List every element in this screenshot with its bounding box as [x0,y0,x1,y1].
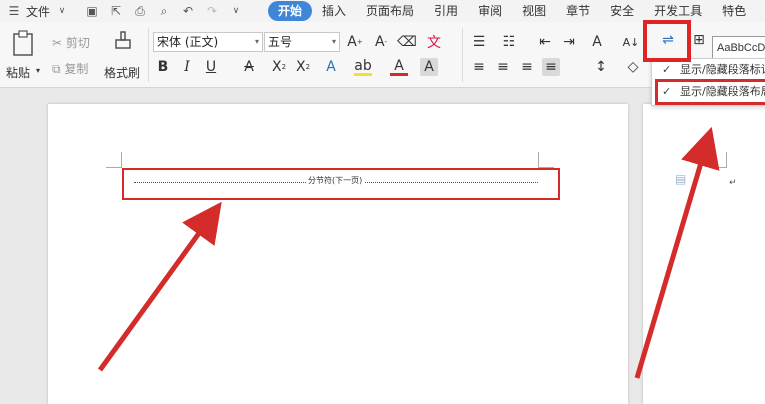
check-icon: ✓ [662,63,672,76]
align-center-icon[interactable]: ≡ [494,58,512,76]
copy-label: 复制 [64,62,89,76]
numbered-list-icon[interactable]: ☷ [500,33,518,51]
tab-review[interactable]: 审阅 [468,1,512,21]
tab-start[interactable]: 开始 [268,1,313,21]
brush-icon [115,31,131,49]
tab-view[interactable]: 视图 [512,1,556,21]
document-page-next[interactable]: ▤ ↵ [643,104,765,404]
chevron-down-icon: ▾ [36,66,41,75]
paragraph-mark-icon: ↵ [729,178,737,188]
align-right-icon[interactable]: ≡ [518,58,536,76]
chevron-down-icon: ▾ [254,37,259,46]
grow-font-icon[interactable]: A + [346,33,364,51]
menu-bar: ☰ 文件 ∨ ▣ ⇱ ⎙ ⌕ ↶ ↷ ∨ 开始 插入 页面布局 引用 审阅 视图… [0,0,765,22]
phonetic-icon[interactable]: 文 [425,33,443,51]
cut-label: 剪切 [65,36,90,50]
tab-page-layout[interactable]: 页面布局 [356,1,424,21]
margin-corner [106,152,122,168]
highlight-box [643,20,691,62]
decrease-indent-icon[interactable]: ⇤ [536,33,554,51]
tab-chapter[interactable]: 章节 [556,1,600,21]
paste-button[interactable]: 粘贴 ▾ [6,30,41,80]
style-preview-text: AaBbCcD [717,42,765,54]
save-icon[interactable]: ▣ [84,3,100,19]
shrink-font-icon[interactable]: A- [372,33,390,51]
underline-icon[interactable]: U [202,58,220,76]
print-icon[interactable]: ⎙ [132,3,148,19]
paste-label: 粘贴 [6,66,31,80]
file-menu[interactable]: ☰ 文件 ∨ [0,3,80,20]
line-spacing-icon[interactable]: ↕ [592,58,610,76]
separator [462,28,463,82]
italic-icon[interactable]: I [178,58,196,76]
chevron-down-icon: ∨ [58,6,66,16]
char-shading-icon[interactable]: A [420,58,438,76]
hamburger-icon: ☰ [8,4,20,18]
separator [148,28,149,82]
highlight-box [122,168,560,200]
copy-button[interactable]: ⧉ 复制 [52,60,88,77]
file-menu-label: 文件 [26,4,51,19]
borders-icon[interactable]: ⊞ [690,31,708,49]
cut-button[interactable]: ✂ 剪切 [52,34,90,51]
font-size-select[interactable]: 五号 ▾ [264,32,340,52]
bullet-list-icon[interactable]: ☰ [470,33,488,51]
sort-icon[interactable]: A↓ [622,33,640,51]
page-icon: ▤ [675,172,687,186]
share-icon[interactable]: ⇱ [108,3,124,19]
align-left-icon[interactable]: ≡ [470,58,488,76]
clear-format-icon[interactable]: ⌫ [397,33,417,51]
text-effect-icon[interactable]: A [322,58,340,76]
redo-icon[interactable]: ↷ [204,3,220,19]
print-preview-icon[interactable]: ⌕ [156,3,172,19]
justify-icon[interactable]: ≡ [542,58,560,76]
quick-access-toolbar: ▣ ⇱ ⎙ ⌕ ↶ ↷ ∨ [84,3,244,19]
font-name-value: 宋体 (正文) [157,35,219,49]
highlight-icon[interactable]: ab [354,58,372,76]
menu-item-label: 显示/隐藏段落标记 [680,63,765,76]
tab-security[interactable]: 安全 [600,1,644,21]
format-painter-label: 格式刷 [104,66,141,80]
shading-icon[interactable]: ◇ [624,58,642,76]
clipboard-icon [13,30,33,56]
tab-special[interactable]: 特色 [712,1,756,21]
font-size-value: 五号 [268,35,293,49]
subscript-icon[interactable]: X2 [294,58,312,76]
tab-developer[interactable]: 开发工具 [644,1,712,21]
margin-corner [538,152,554,168]
font-name-select[interactable]: 宋体 (正文) ▾ [153,32,263,52]
chevron-down-icon: ▾ [331,37,336,46]
scissors-icon: ✂ [52,36,63,50]
format-painter-button[interactable]: 格式刷 [104,30,144,80]
increase-indent-icon[interactable]: ⇥ [560,33,578,51]
ribbon-tabs: 开始 插入 页面布局 引用 审阅 视图 章节 安全 开发工具 特色 [268,0,756,22]
tab-insert[interactable]: 插入 [312,1,356,21]
style-gallery-item[interactable]: AaBbCcD [712,36,765,60]
text-direction-icon[interactable]: A [588,33,606,51]
margin-corner [711,152,727,168]
menu-item-show-hide-marks[interactable]: ✓ 显示/隐藏段落标记 [652,59,765,81]
document-page[interactable]: 分节符(下一页) [48,104,628,404]
tab-references[interactable]: 引用 [424,1,468,21]
more-icon[interactable]: ∨ [228,3,244,19]
superscript-icon[interactable]: X2 [270,58,288,76]
strikethrough-icon[interactable]: A [240,58,258,76]
highlight-box [655,79,765,105]
font-color-icon[interactable]: A [390,58,408,76]
copy-icon: ⧉ [52,62,61,76]
bold-icon[interactable]: B [154,58,172,76]
undo-icon[interactable]: ↶ [180,3,196,19]
